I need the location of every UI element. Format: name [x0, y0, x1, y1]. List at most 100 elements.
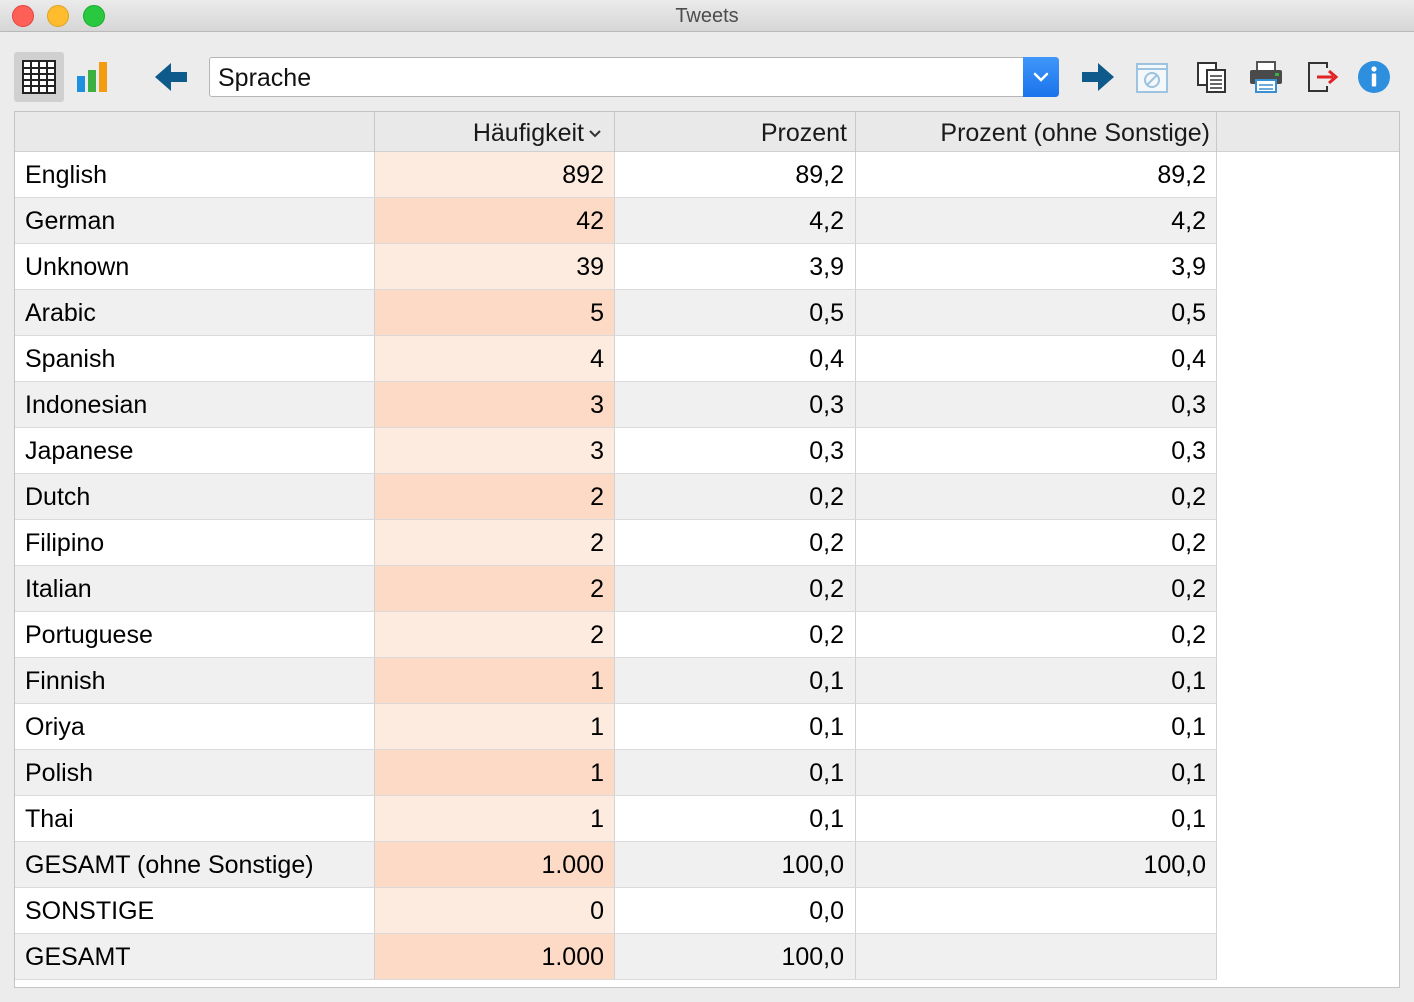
cell-percent: 0,1: [615, 750, 856, 795]
print-button[interactable]: [1244, 54, 1288, 100]
cell-percent-excl: [856, 888, 1217, 933]
cell-frequency: 1: [375, 796, 615, 841]
cell-label: Filipino: [15, 520, 375, 565]
cell-percent: 0,4: [615, 336, 856, 381]
cell-percent: 0,2: [615, 474, 856, 519]
cell-label: Dutch: [15, 474, 375, 519]
table-row[interactable]: Dutch 2 0,2 0,2: [15, 474, 1217, 520]
header-frequency-column[interactable]: Häufigkeit: [375, 112, 615, 152]
table-row[interactable]: Spanish 4 0,4 0,4: [15, 336, 1217, 382]
cell-label: Indonesian: [15, 382, 375, 427]
cell-label: Unknown: [15, 244, 375, 289]
cell-percent-excl: 0,3: [856, 382, 1217, 427]
cell-frequency: 3: [375, 428, 615, 473]
chart-view-button[interactable]: [68, 54, 116, 100]
cell-label: SONSTIGE: [15, 888, 375, 933]
table-row[interactable]: German 42 4,2 4,2: [15, 198, 1217, 244]
filter-off-icon: [1136, 63, 1168, 93]
cell-frequency: 4: [375, 336, 615, 381]
arrow-left-icon: [155, 63, 187, 91]
cell-frequency: 1.000: [375, 934, 615, 979]
table-row[interactable]: English 892 89,2 89,2: [15, 152, 1217, 198]
cell-percent-excl: 0,1: [856, 658, 1217, 703]
header-percent-excl-column[interactable]: Prozent (ohne Sonstige): [856, 112, 1217, 152]
table-row[interactable]: Italian 2 0,2 0,2: [15, 566, 1217, 612]
cell-percent-excl: 3,9: [856, 244, 1217, 289]
cell-label: Italian: [15, 566, 375, 611]
info-button[interactable]: [1352, 54, 1396, 100]
table-row[interactable]: Unknown 39 3,9 3,9: [15, 244, 1217, 290]
cell-frequency: 3: [375, 382, 615, 427]
cell-percent-excl: 0,1: [856, 750, 1217, 795]
cell-percent-excl: 0,2: [856, 612, 1217, 657]
arrow-right-icon: [1082, 63, 1114, 91]
cell-percent: 0,2: [615, 566, 856, 611]
cell-frequency: 1.000: [375, 842, 615, 887]
variable-select[interactable]: Sprache: [209, 57, 1059, 97]
copy-button[interactable]: [1190, 54, 1234, 100]
cell-label: Portuguese: [15, 612, 375, 657]
export-icon: [1308, 62, 1339, 92]
table-row[interactable]: Oriya 1 0,1 0,1: [15, 704, 1217, 750]
table-row[interactable]: Thai 1 0,1 0,1: [15, 796, 1217, 842]
info-icon: [1358, 61, 1390, 93]
table-row[interactable]: SONSTIGE 0 0,0: [15, 888, 1217, 934]
cell-percent: 4,2: [615, 198, 856, 243]
cell-frequency: 1: [375, 658, 615, 703]
cell-percent: 0,1: [615, 704, 856, 749]
previous-variable-button[interactable]: [148, 54, 194, 100]
cell-label: Finnish: [15, 658, 375, 703]
title-bar: Tweets: [0, 0, 1414, 32]
chevron-down-icon: [1033, 72, 1049, 82]
cell-percent-excl: 0,1: [856, 796, 1217, 841]
table-row[interactable]: Indonesian 3 0,3 0,3: [15, 382, 1217, 428]
table-row[interactable]: Japanese 3 0,3 0,3: [15, 428, 1217, 474]
print-icon: [1250, 61, 1282, 93]
cell-label: Polish: [15, 750, 375, 795]
cell-label: Thai: [15, 796, 375, 841]
export-button[interactable]: [1300, 54, 1344, 100]
cell-frequency: 2: [375, 612, 615, 657]
cell-percent: 89,2: [615, 152, 856, 197]
table-row[interactable]: Finnish 1 0,1 0,1: [15, 658, 1217, 704]
cell-percent-excl: 0,2: [856, 474, 1217, 519]
table-row[interactable]: Polish 1 0,1 0,1: [15, 750, 1217, 796]
table-row[interactable]: Arabic 5 0,5 0,5: [15, 290, 1217, 336]
table-view-button[interactable]: [14, 52, 64, 102]
variable-select-dropdown-button[interactable]: [1023, 57, 1059, 97]
cell-frequency: 2: [375, 474, 615, 519]
cell-frequency: 1: [375, 750, 615, 795]
filter-off-button[interactable]: [1130, 54, 1174, 100]
toolbar: Sprache: [0, 32, 1414, 112]
cell-percent-excl: 0,1: [856, 704, 1217, 749]
cell-percent: 0,2: [615, 520, 856, 565]
cell-percent-excl: 0,4: [856, 336, 1217, 381]
cell-percent: 0,1: [615, 796, 856, 841]
next-variable-button[interactable]: [1076, 54, 1120, 100]
cell-percent-excl: 0,5: [856, 290, 1217, 335]
cell-percent-excl: 89,2: [856, 152, 1217, 197]
table-body: English 892 89,2 89,2 German 42 4,2 4,2 Unknown 3…: [15, 152, 1217, 980]
cell-frequency: 2: [375, 520, 615, 565]
table-row[interactable]: Portuguese 2 0,2 0,2: [15, 612, 1217, 658]
cell-percent: 0,0: [615, 888, 856, 933]
cell-label: English: [15, 152, 375, 197]
table-row[interactable]: GESAMT (ohne Sonstige) 1.000 100,0 100,0: [15, 842, 1217, 888]
cell-label: Spanish: [15, 336, 375, 381]
cell-percent-excl: 100,0: [856, 842, 1217, 887]
frequency-table: Häufigkeit Prozent Prozent (ohne Sonstig…: [14, 111, 1400, 988]
cell-label: Arabic: [15, 290, 375, 335]
copy-icon: [1197, 62, 1226, 93]
cell-percent: 0,1: [615, 658, 856, 703]
table-row[interactable]: GESAMT 1.000 100,0: [15, 934, 1217, 980]
cell-percent-excl: 0,2: [856, 566, 1217, 611]
table-row[interactable]: Filipino 2 0,2 0,2: [15, 520, 1217, 566]
cell-percent-excl: 4,2: [856, 198, 1217, 243]
cell-percent-excl: 0,3: [856, 428, 1217, 473]
cell-frequency: 5: [375, 290, 615, 335]
window-title: Tweets: [675, 5, 739, 27]
cell-percent: 100,0: [615, 842, 856, 887]
header-percent-column[interactable]: Prozent: [615, 112, 856, 152]
header-label-column[interactable]: [15, 112, 375, 152]
cell-percent: 100,0: [615, 934, 856, 979]
